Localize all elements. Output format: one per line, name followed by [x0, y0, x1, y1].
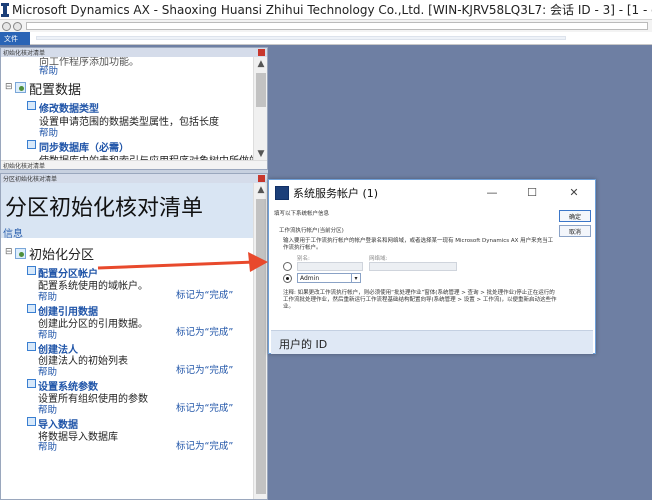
maximize-icon[interactable]: ☐: [523, 184, 541, 200]
chevron-down-icon[interactable]: ▾: [351, 274, 360, 282]
scroll-up-icon[interactable]: ▲: [254, 183, 268, 197]
mark-complete-link[interactable]: 标记为“完成”: [176, 324, 233, 338]
pane-header-label: 初始化核对清单: [3, 50, 46, 57]
user-radio[interactable]: [283, 274, 292, 283]
dialog-body: 填写以下系统帐户信息 工作流执行帐户(当前分区) 输入要用于工作流执行帐户的帐户…: [271, 206, 557, 329]
scroll-up-icon[interactable]: ▲: [254, 57, 268, 71]
pane-header-label: 分区初始化核对清单: [3, 176, 58, 183]
pane-header: 初始化核对清单: [1, 48, 267, 57]
help-link[interactable]: 帮助: [38, 439, 57, 453]
task-icon: [27, 101, 36, 110]
help-link[interactable]: 帮助: [38, 327, 57, 341]
domain-label: 网络域:: [369, 256, 388, 262]
group-label: 工作流执行帐户(当前分区): [279, 228, 344, 234]
help-link[interactable]: 帮助: [39, 63, 58, 77]
ribbon-strip: [36, 36, 566, 40]
dialog-title: 系统服务帐户 (1): [293, 187, 379, 200]
address-bar[interactable]: [26, 22, 648, 30]
collapse-icon[interactable]: ⊟: [5, 247, 13, 257]
pane-content: 向工作程序添加功能。 帮助 ⊟ 配置数据 修改数据类型 设置申请范围的数据类型属…: [1, 57, 267, 161]
note-text: 工作流批处理作业，然后重新运行工作流程基础结构配置向导(系统管理 > 设置 > …: [283, 297, 557, 303]
instructions-text: 作流执行帐户。: [283, 245, 322, 251]
task-desc: 设置申请范围的数据类型属性，包括长度: [39, 117, 219, 128]
page-title: 分区初始化核对清单: [5, 196, 204, 221]
system-service-accounts-dialog: 系统服务帐户 (1) — ☐ ✕ 填写以下系统帐户信息 工作流执行帐户(当前分区…: [268, 179, 596, 354]
dialog-help-footer: 用户的 ID: [271, 330, 593, 354]
alias-label: 别名:: [297, 256, 310, 262]
scroll-down-icon[interactable]: ▼: [254, 147, 268, 161]
domain-field[interactable]: [369, 262, 457, 271]
scroll-thumb[interactable]: [256, 199, 266, 494]
info-link[interactable]: 信息: [3, 225, 23, 240]
mark-complete-link[interactable]: 标记为“完成”: [176, 400, 233, 414]
dialog-titlebar: 系统服务帐户 (1) — ☐ ✕: [269, 180, 595, 206]
group-icon: [15, 82, 26, 93]
scroll-thumb[interactable]: [256, 73, 266, 107]
task-icon: [27, 140, 36, 149]
group-heading: 初始化分区: [29, 248, 95, 263]
file-menu-bar: 文件: [0, 32, 652, 45]
checklist-pane: 初始化核对清单 向工作程序添加功能。 帮助 ⊟ 配置数据 修改数据类型 设置申请…: [0, 47, 268, 170]
window-title: Microsoft Dynamics AX - Shaoxing Huansi …: [12, 3, 652, 17]
dialog-heading: 填写以下系统帐户信息: [274, 211, 330, 217]
help-link[interactable]: 帮助: [38, 364, 57, 378]
vertical-scrollbar[interactable]: ▲ ▼: [253, 57, 267, 161]
task-icon: [27, 342, 36, 351]
help-link[interactable]: 帮助: [38, 289, 57, 303]
task-icon: [27, 304, 36, 313]
pane-footer: 初始化核对清单: [1, 160, 267, 170]
minimize-icon[interactable]: —: [483, 184, 501, 200]
back-button-icon[interactable]: [2, 21, 11, 31]
task-icon: [27, 417, 36, 426]
help-text: 用户的 ID: [279, 338, 328, 351]
alias-field[interactable]: [297, 262, 363, 271]
vertical-scrollbar[interactable]: ▲: [253, 183, 267, 499]
user-select[interactable]: Admin ▾: [297, 273, 361, 283]
dynamics-ax-icon: [275, 186, 289, 200]
window-titlebar: Microsoft Dynamics AX - Shaoxing Huansi …: [0, 0, 652, 20]
pane-header: 分区初始化核对清单: [1, 174, 267, 183]
mark-complete-link[interactable]: 标记为“完成”: [176, 287, 233, 301]
pane-close-icon[interactable]: [258, 175, 265, 182]
task-icon: [27, 379, 36, 388]
instructions-text: 输入要用于工作流执行帐户的帐户登录名和网络域，或者选择某一现有 Microsof…: [283, 238, 554, 244]
nav-bar: [0, 20, 652, 32]
forward-button-icon[interactable]: [13, 21, 22, 31]
ok-button[interactable]: 确定: [559, 210, 591, 222]
mark-complete-link[interactable]: 标记为“完成”: [176, 362, 233, 376]
checklist-banner: 分区初始化核对清单 信息: [1, 183, 253, 240]
alias-radio[interactable]: [283, 262, 292, 271]
group-icon: [15, 248, 26, 259]
pane-close-icon[interactable]: [258, 49, 265, 56]
note-text: 业。: [283, 304, 295, 310]
collapse-icon[interactable]: ⊟: [5, 82, 13, 92]
file-menu-button[interactable]: 文件: [0, 32, 30, 45]
task-icon: [27, 266, 36, 275]
user-select-value: Admin: [300, 274, 320, 282]
cancel-button[interactable]: 取消: [559, 225, 591, 237]
help-link[interactable]: 帮助: [38, 402, 57, 416]
close-icon[interactable]: ✕: [565, 184, 583, 200]
mark-complete-link[interactable]: 标记为“完成”: [176, 438, 233, 452]
section-heading: 配置数据: [29, 83, 82, 98]
partition-checklist-pane: 分区初始化核对清单 分区初始化核对清单 信息 ⊟ 初始化分区 配置分区帐户 配置…: [0, 173, 268, 500]
help-link[interactable]: 帮助: [39, 125, 58, 139]
dynamics-ax-logo-icon: [1, 2, 9, 17]
